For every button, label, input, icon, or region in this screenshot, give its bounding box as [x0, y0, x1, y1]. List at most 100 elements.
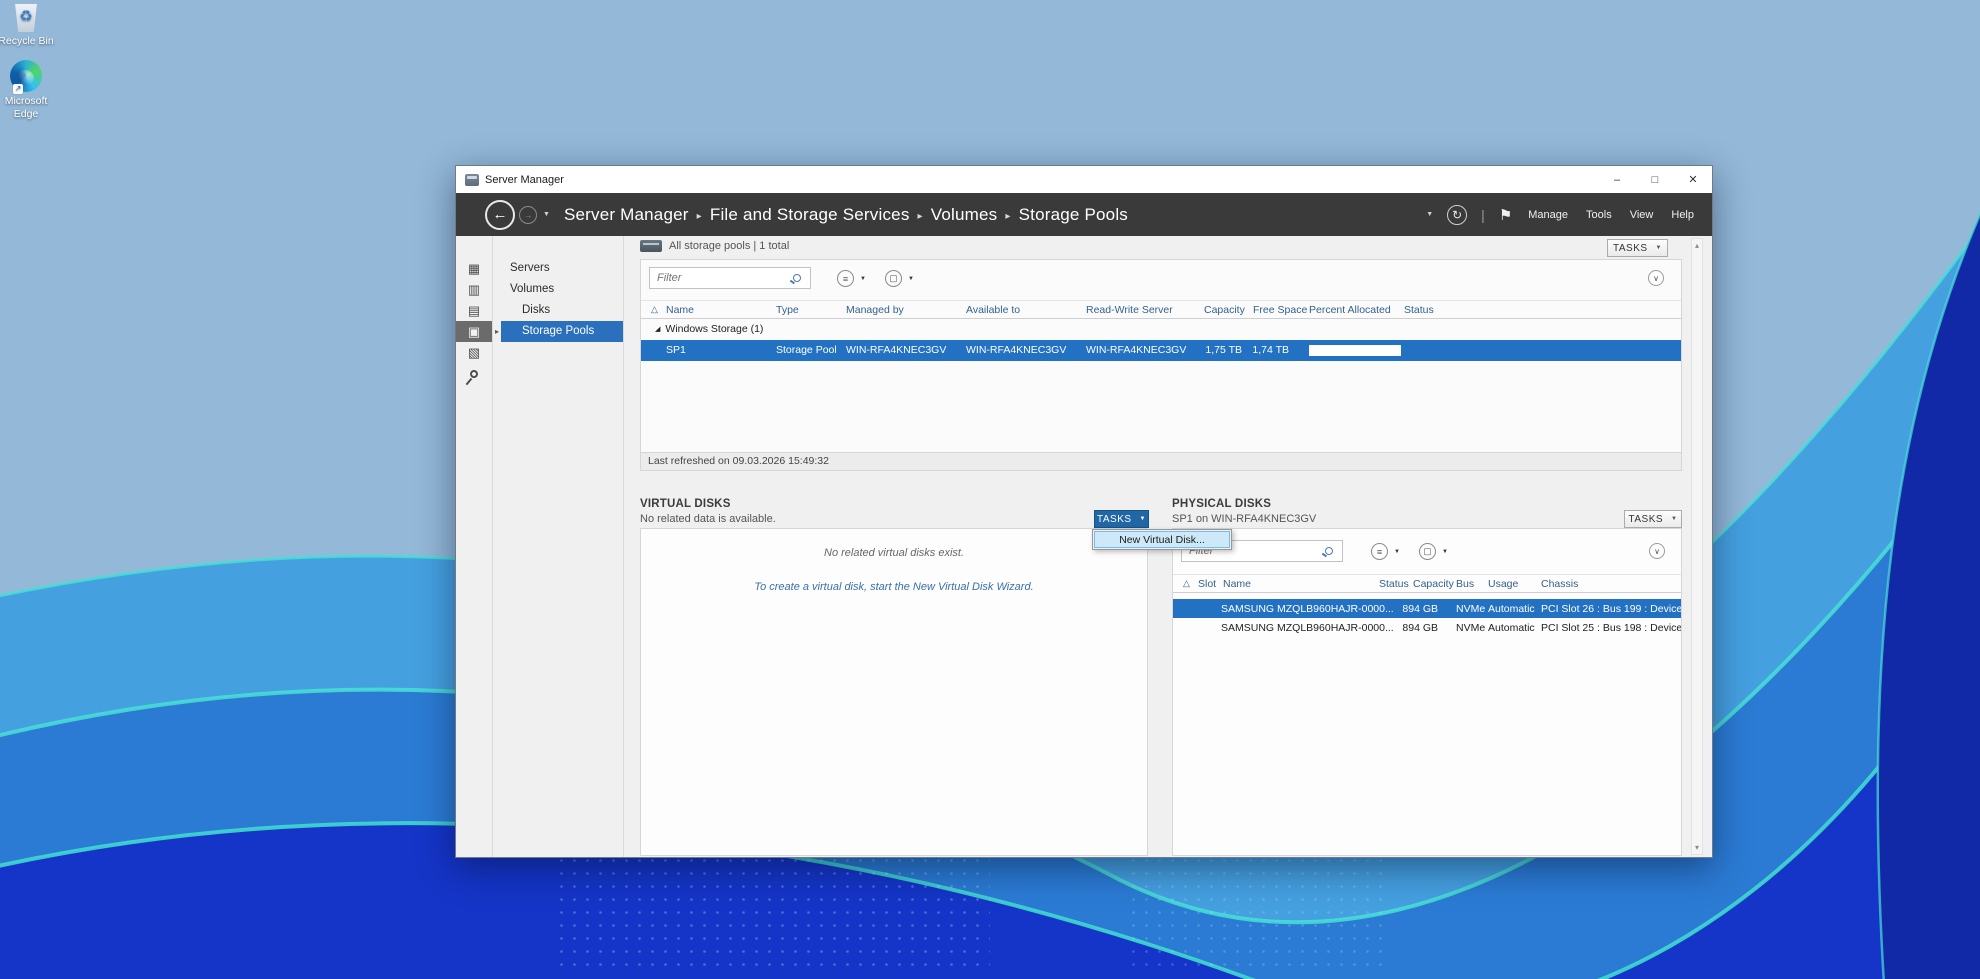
col-free-space[interactable]: Free Space	[1253, 304, 1307, 316]
virtual-disks-panel: No related virtual disks exist. To creat…	[640, 528, 1148, 856]
col-rw-server[interactable]: Read-Write Server	[1086, 304, 1173, 316]
pool-managed-by: WIN-RFA4KNEC3GV	[846, 344, 946, 356]
close-button[interactable]: ✕	[1674, 166, 1712, 193]
virtual-disks-wizard-hint[interactable]: To create a virtual disk, start the New …	[641, 581, 1147, 593]
refresh-dropdown-icon[interactable]: ▼	[1426, 211, 1433, 218]
col-status[interactable]: Status	[1379, 578, 1409, 590]
col-percent-allocated[interactable]: Percent Allocated	[1309, 304, 1391, 316]
col-available-to[interactable]: Available to	[966, 304, 1020, 316]
virtual-disks-empty-text: No related virtual disks exist.	[641, 547, 1147, 559]
shortcut-arrow-icon: ↗	[13, 84, 23, 94]
pool-rw-server: WIN-RFA4KNEC3GV	[1086, 344, 1186, 356]
col-capacity[interactable]: Capacity	[1204, 304, 1245, 316]
notifications-flag-icon[interactable]: ⚑	[1499, 206, 1512, 224]
pool-name: SP1	[666, 344, 686, 356]
save-icon: ▢	[1419, 543, 1436, 560]
breadcrumb-root[interactable]: Server Manager	[564, 205, 689, 224]
physical-disk-row-2[interactable]: SAMSUNG MZQLB960HAJR-0000... 894 GB NVMe…	[1173, 618, 1681, 637]
refresh-icon[interactable]: ↻	[1447, 205, 1467, 225]
breadcrumb-file-storage-services[interactable]: File and Storage Services	[710, 205, 910, 224]
col-status[interactable]: Status	[1404, 304, 1434, 316]
col-usage[interactable]: Usage	[1488, 578, 1518, 590]
scroll-down-icon[interactable]: ▾	[1692, 843, 1702, 852]
physical-disks-tasks-button[interactable]: TASKS ▼	[1624, 510, 1682, 528]
col-name[interactable]: Name	[666, 304, 694, 316]
nav-item-servers[interactable]: Servers	[493, 258, 623, 279]
desktop-icon-microsoft-edge[interactable]: ↗ Microsoft Edge	[0, 60, 58, 120]
col-name[interactable]: Name	[1223, 578, 1251, 590]
chevron-down-icon: ▼	[908, 276, 914, 282]
sidebar-icon-dashboard[interactable]: ▦	[456, 258, 492, 279]
storage-pools-panel: ≡ ▼ ▢ ▼ ∨ △ Name Type Managed by Availab…	[640, 259, 1682, 471]
nav-item-disks[interactable]: Disks	[493, 300, 623, 321]
sidebar-icon-file-storage-services[interactable]: ▣ ▸	[456, 321, 492, 342]
disk-usage: Automatic	[1488, 622, 1535, 634]
breadcrumb-volumes[interactable]: Volumes	[931, 205, 998, 224]
sidebar-icon-all-servers[interactable]: ▤	[456, 300, 492, 321]
pools-save-query-button[interactable]: ▢ ▼	[885, 270, 914, 287]
pool-capacity: 1,75 TB	[1196, 344, 1242, 356]
storage-pools-tasks-button[interactable]: TASKS ▼	[1607, 239, 1668, 257]
scroll-up-icon[interactable]: ▴	[1692, 241, 1702, 250]
forward-button[interactable]: →	[519, 206, 537, 224]
history-dropdown-icon[interactable]: ▼	[543, 211, 550, 218]
col-managed-by[interactable]: Managed by	[846, 304, 904, 316]
sidebar-icon-role[interactable]: ▧	[456, 342, 492, 363]
physical-disks-view-options-button[interactable]: ≡ ▼	[1371, 543, 1400, 560]
col-chassis[interactable]: Chassis	[1541, 578, 1578, 590]
minimize-button[interactable]: –	[1598, 166, 1636, 193]
collapse-triangle-icon[interactable]: ◢	[655, 326, 660, 333]
pools-collapse-button[interactable]: ∨	[1648, 270, 1664, 286]
storage-pools-tab-icon	[640, 240, 662, 252]
col-bus[interactable]: Bus	[1456, 578, 1474, 590]
nav-item-storage-pools[interactable]: Storage Pools	[501, 321, 623, 342]
disk-chassis: PCI Slot 25 : Bus 198 : Device 0 : Fu	[1541, 622, 1682, 634]
sidebar-icon-remote-access[interactable]	[456, 363, 492, 384]
menu-manage[interactable]: Manage	[1526, 205, 1570, 225]
menu-tools[interactable]: Tools	[1584, 205, 1614, 225]
key-icon	[468, 368, 479, 379]
col-capacity[interactable]: Capacity	[1413, 578, 1454, 590]
nav-item-volumes[interactable]: Volumes	[493, 279, 623, 300]
physical-disks-collapse-button[interactable]: ∨	[1649, 543, 1665, 559]
breadcrumb: Server Manager ▸ File and Storage Services…	[564, 205, 1128, 225]
menu-item-new-virtual-disk[interactable]: New Virtual Disk...	[1094, 531, 1230, 548]
navbar-divider: |	[1481, 207, 1485, 223]
physical-disks-save-query-button[interactable]: ▢ ▼	[1419, 543, 1448, 560]
alert-column-icon[interactable]: △	[651, 304, 658, 315]
sidebar-icon-local-server[interactable]: ▥	[456, 279, 492, 300]
maximize-button[interactable]: □	[1636, 166, 1674, 193]
window-titlebar[interactable]: Server Manager – □ ✕	[456, 166, 1712, 193]
disk-capacity: 894 GB	[1398, 603, 1438, 615]
search-icon	[1325, 547, 1333, 555]
all-servers-icon: ▤	[468, 303, 480, 319]
list-view-icon: ≡	[837, 270, 854, 287]
menu-help[interactable]: Help	[1669, 205, 1696, 225]
disk-bus: NVMe	[1456, 603, 1485, 615]
physical-disk-row-1[interactable]: SAMSUNG MZQLB960HAJR-0000... 894 GB NVMe…	[1173, 599, 1681, 618]
pools-filter-box[interactable]	[649, 267, 811, 289]
chevron-down-icon: ▼	[1442, 549, 1448, 555]
pools-view-options-button[interactable]: ≡ ▼	[837, 270, 866, 287]
pools-count-header: All storage pools | 1 total	[669, 240, 789, 252]
pools-filter-input[interactable]	[650, 272, 793, 284]
disk-usage: Automatic	[1488, 603, 1535, 615]
back-button[interactable]: ←	[485, 200, 515, 230]
desktop-icon-recycle-bin[interactable]: ♻ Recycle Bin	[0, 4, 58, 48]
breadcrumb-storage-pools[interactable]: Storage Pools	[1019, 205, 1128, 224]
physical-disks-subtitle: SP1 on WIN-RFA4KNEC3GV	[1172, 513, 1316, 525]
pool-row-sp1[interactable]: SP1 Storage Pool WIN-RFA4KNEC3GV WIN-RFA…	[641, 340, 1681, 361]
menu-view[interactable]: View	[1628, 205, 1656, 225]
physical-disks-table-header: △ Slot Name Status Capacity Bus Usage Ch…	[1173, 574, 1681, 593]
chevron-down-icon: ▼	[1140, 516, 1146, 522]
alert-column-icon[interactable]: △	[1183, 578, 1190, 589]
tasks-label: TASKS	[1613, 243, 1648, 254]
col-type[interactable]: Type	[776, 304, 799, 316]
pools-group-row[interactable]: ◢Windows Storage (1)	[655, 323, 763, 335]
col-slot[interactable]: Slot	[1198, 578, 1216, 590]
search-icon	[793, 274, 801, 282]
breadcrumb-separator-icon: ▸	[1005, 211, 1010, 222]
main-scrollbar[interactable]: ▴ ▾	[1691, 238, 1703, 855]
virtual-disks-tasks-button[interactable]: TASKS ▼	[1094, 510, 1149, 528]
recycle-bin-label: Recycle Bin	[0, 35, 58, 48]
